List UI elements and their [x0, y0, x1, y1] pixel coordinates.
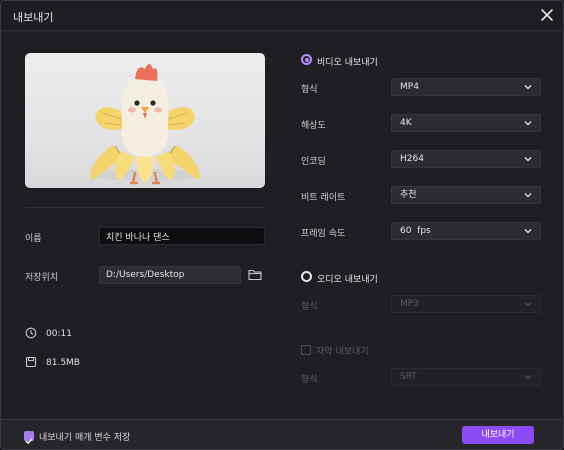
- resolution-select[interactable]: 4K: [391, 114, 541, 132]
- format-value: MP4: [400, 82, 419, 92]
- subtitle-format-value: SRT: [400, 372, 417, 382]
- name-input[interactable]: [99, 227, 265, 245]
- bitrate-label: 비트 레이트: [301, 193, 346, 203]
- video-export-radio[interactable]: [301, 54, 312, 65]
- audio-format-label: 형식: [301, 302, 318, 312]
- subtitle-format-select: SRT: [391, 368, 541, 386]
- resolution-label: 해상도: [301, 121, 326, 131]
- bitrate-select[interactable]: 추천: [391, 186, 541, 204]
- chevron-down-icon: [524, 157, 532, 162]
- dialog-title: 내보내기: [13, 11, 54, 24]
- file-size-icon: [25, 356, 37, 368]
- encoding-label: 인코딩: [301, 157, 326, 167]
- encoding-value: H264: [400, 154, 424, 164]
- audio-format-select: MP3: [391, 295, 541, 313]
- video-thumbnail: [25, 53, 265, 188]
- subtitle-export-label: 자막 내보내기: [316, 347, 369, 357]
- framerate-label: 프레임 속도: [301, 229, 346, 239]
- location-label: 저장위치: [25, 273, 59, 283]
- chicken-banana-illustration: [90, 64, 200, 185]
- chevron-down-icon: [524, 229, 532, 234]
- subtitle-format-label: 형식: [301, 375, 318, 385]
- chevron-down-icon: [524, 85, 532, 90]
- chevron-down-icon: [524, 302, 532, 307]
- bitrate-value: 추천: [400, 190, 417, 200]
- location-field[interactable]: D:/Users/Desktop: [99, 266, 241, 284]
- chevron-down-icon: [524, 121, 532, 126]
- remember-settings-label: 내보내기 매개 변수 저장: [39, 433, 131, 443]
- export-dialog: 내보내기 이름 치킨 바나나 댄스 저장위치 D:/Users/Desktop …: [0, 0, 564, 450]
- video-export-label: 비디오 내보내기: [317, 58, 378, 68]
- framerate-select[interactable]: 60 fps: [391, 222, 541, 240]
- close-icon[interactable]: [539, 7, 555, 23]
- framerate-value: 60 fps: [400, 226, 431, 236]
- resolution-value: 4K: [400, 118, 412, 128]
- checkmark-icon: [25, 438, 33, 445]
- remember-settings-checkbox[interactable]: [24, 431, 34, 445]
- format-select[interactable]: MP4: [391, 78, 541, 96]
- audio-export-radio[interactable]: [301, 271, 312, 282]
- chevron-down-icon: [524, 193, 532, 198]
- divider: [25, 207, 265, 208]
- chevron-down-icon: [524, 375, 532, 380]
- folder-icon[interactable]: [248, 268, 262, 281]
- format-label: 형식: [301, 85, 318, 95]
- clock-icon: [25, 327, 37, 339]
- file-size-value: 81.5MB: [46, 358, 80, 368]
- encoding-select[interactable]: H264: [391, 150, 541, 168]
- dialog-content: 이름 저장위치 D:/Users/Desktop 00:11 81.5MB 비디…: [1, 32, 563, 418]
- audio-export-label: 오디오 내보내기: [317, 275, 378, 285]
- subtitle-export-checkbox[interactable]: [301, 345, 311, 355]
- duration-value: 00:11: [46, 329, 72, 339]
- export-button[interactable]: 내보내기: [462, 426, 534, 444]
- audio-format-value: MP3: [400, 299, 419, 309]
- name-label: 이름: [25, 234, 42, 244]
- title-bar: 내보내기: [1, 1, 563, 31]
